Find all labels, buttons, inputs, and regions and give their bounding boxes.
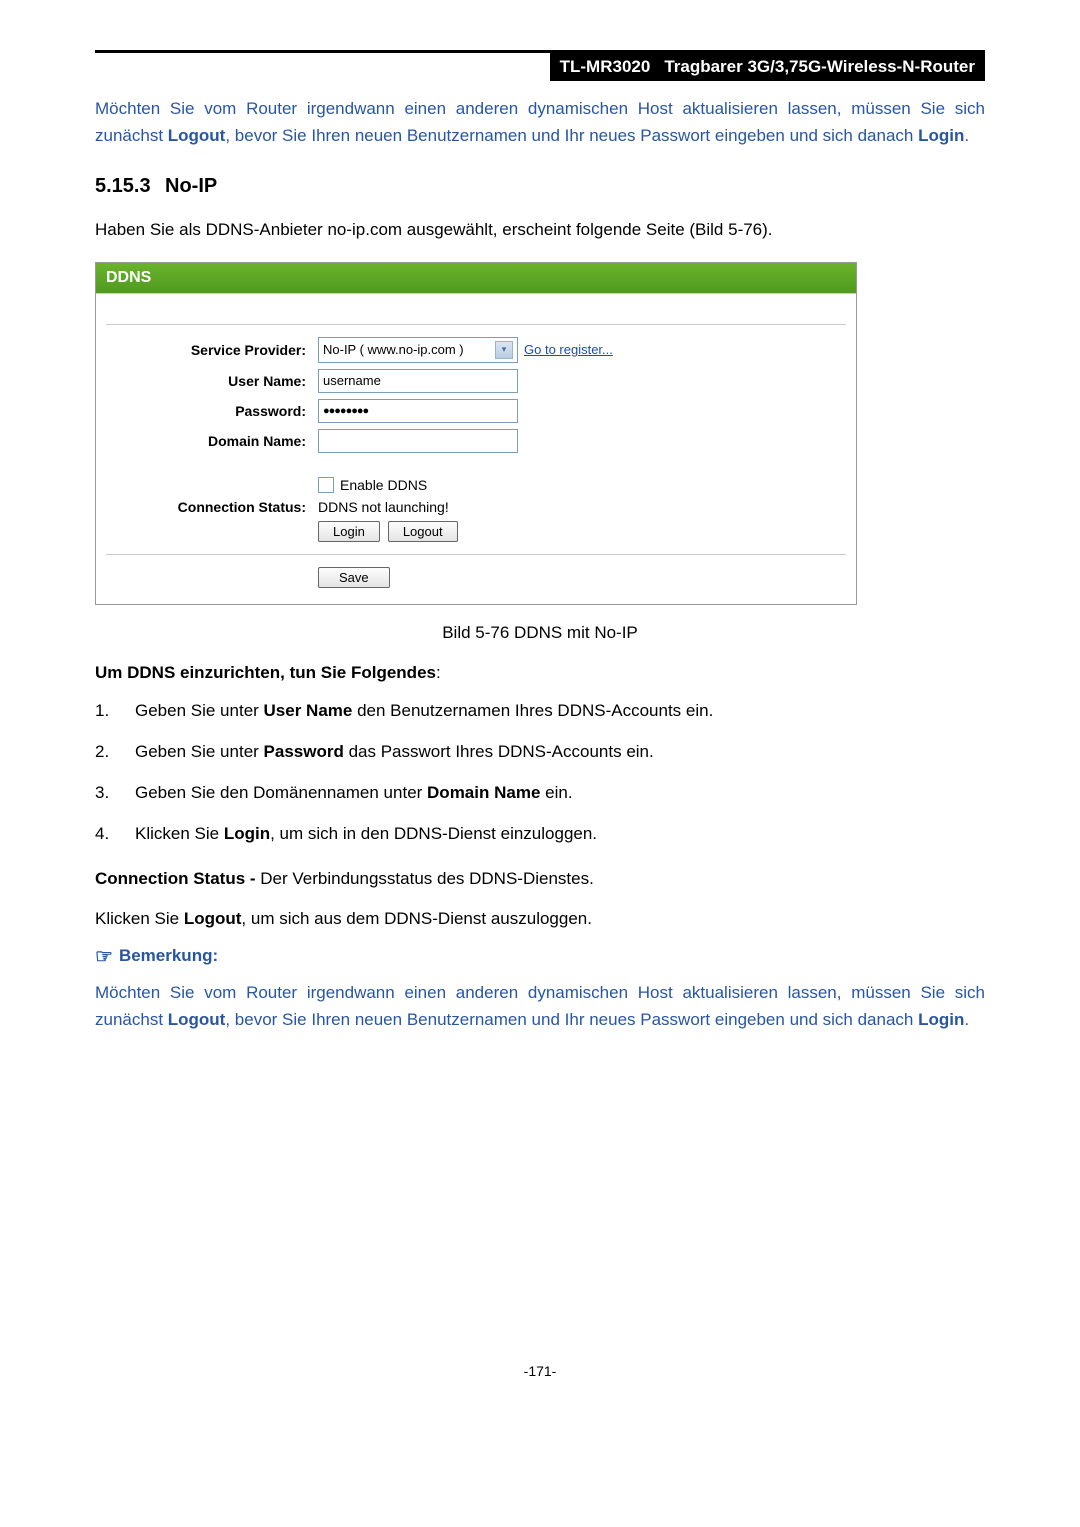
intro-line: Haben Sie als DDNS-Anbieter no-ip.com au…	[95, 216, 985, 243]
step-3: Geben Sie den Domänennamen unter Domain …	[95, 779, 985, 806]
login-word: Login	[918, 1010, 964, 1029]
logout-word: Logout	[168, 1010, 226, 1029]
step-2: Geben Sie unter Password das Passwort Ih…	[95, 738, 985, 765]
login-word: Login	[918, 126, 964, 145]
row-user-name: User Name:	[106, 369, 846, 393]
section-title: No-IP	[165, 175, 217, 197]
row-service-provider: Service Provider: No-IP ( www.no-ip.com …	[106, 337, 846, 363]
status-text: DDNS not launching!	[318, 499, 449, 515]
label-password: Password:	[106, 403, 318, 419]
row-connection-status: Connection Status: DDNS not launching!	[106, 499, 846, 515]
hand-icon: ☞	[95, 944, 113, 969]
figure-caption: Bild 5-76 DDNS mit No-IP	[95, 623, 985, 643]
row-password: Password: ●●●●●●●●	[106, 399, 846, 423]
note-text: .	[964, 1010, 969, 1029]
select-value: No-IP ( www.no-ip.com )	[323, 342, 464, 357]
label-domain-name: Domain Name:	[106, 433, 318, 449]
label-user-name: User Name:	[106, 373, 318, 389]
domain-name-input[interactable]	[318, 429, 518, 453]
instructions-heading: Um DDNS einzurichten, tun Sie Folgendes:	[95, 663, 985, 683]
step-1: Geben Sie unter User Name den Benutzerna…	[95, 697, 985, 724]
login-button[interactable]: Login	[318, 521, 380, 542]
connection-status-desc: Connection Status - Der Verbindungsstatu…	[95, 865, 985, 892]
password-input[interactable]: ●●●●●●●●	[318, 399, 518, 423]
intro-note-2: Möchten Sie vom Router irgendwann einen …	[95, 979, 985, 1033]
model-label: TL-MR3020	[550, 53, 661, 81]
note-label: ☞Bemerkung:	[95, 944, 985, 969]
go-to-register-link[interactable]: Go to register...	[524, 342, 613, 357]
user-name-input[interactable]	[318, 369, 518, 393]
note-text: , bevor Sie Ihren neuen Benutzernamen un…	[225, 126, 918, 145]
note-text: , bevor Sie Ihren neuen Benutzernamen un…	[225, 1010, 918, 1029]
note-text: .	[964, 126, 969, 145]
row-enable-ddns: Enable DDNS	[106, 477, 846, 493]
row-domain-name: Domain Name:	[106, 429, 846, 453]
service-provider-select[interactable]: No-IP ( www.no-ip.com ) ▾	[318, 337, 518, 363]
ddns-screenshot: DDNS Service Provider: No-IP ( www.no-ip…	[95, 262, 857, 605]
logout-button[interactable]: Logout	[388, 521, 458, 542]
chevron-down-icon[interactable]: ▾	[495, 341, 513, 359]
document-header: TL-MR3020 Tragbarer 3G/3,75G-Wireless-N-…	[95, 50, 985, 81]
steps-list: Geben Sie unter User Name den Benutzerna…	[95, 697, 985, 848]
enable-ddns-label: Enable DDNS	[340, 477, 427, 493]
label-connection-status: Connection Status:	[106, 499, 318, 515]
section-heading: 5.15.3No-IP	[95, 175, 985, 198]
page-number: -171-	[95, 1363, 985, 1409]
product-title: Tragbarer 3G/3,75G-Wireless-N-Router	[660, 53, 985, 81]
section-number: 5.15.3	[95, 175, 165, 198]
step-4: Klicken Sie Login, um sich in den DDNS-D…	[95, 820, 985, 847]
intro-note-1: Möchten Sie vom Router irgendwann einen …	[95, 95, 985, 149]
row-login-logout: Login Logout	[106, 521, 846, 542]
row-save: Save	[106, 567, 846, 588]
label-service-provider: Service Provider:	[106, 342, 318, 358]
panel-header: DDNS	[96, 263, 856, 294]
enable-ddns-checkbox[interactable]	[318, 477, 334, 493]
save-button[interactable]: Save	[318, 567, 390, 588]
logout-line: Klicken Sie Logout, um sich aus dem DDNS…	[95, 905, 985, 932]
logout-word: Logout	[168, 126, 226, 145]
